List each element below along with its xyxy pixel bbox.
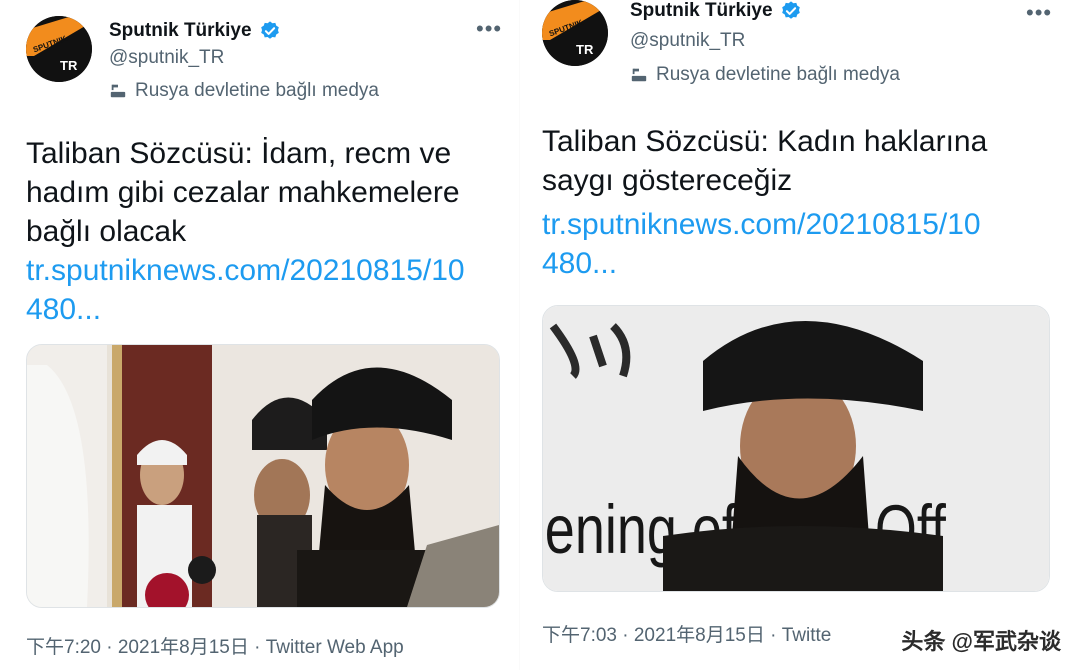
state-media-icon xyxy=(631,68,647,82)
tweet-text-line: Taliban Sözcüsü: İdam, recm ve xyxy=(26,137,452,170)
more-options-icon[interactable]: ••• xyxy=(476,18,502,40)
account-name[interactable]: Sputnik Türkiye xyxy=(630,0,773,22)
tweet-link-line[interactable]: 480... xyxy=(26,290,465,329)
account-handle[interactable]: @sputnik_TR xyxy=(630,30,745,52)
tweet-link[interactable]: tr.sputniknews.com/20210815/10 480... xyxy=(26,251,465,329)
tweet-card-left[interactable]: SPUTNIK TR Sputnik Türkiye @sputnik_TR R… xyxy=(0,0,520,670)
account-handle[interactable]: @sputnik_TR xyxy=(109,47,224,69)
avatar[interactable]: SPUTNIK TR xyxy=(542,0,608,66)
tweet-text-line: Taliban Sözcüsü: Kadın haklarına xyxy=(542,125,988,158)
tweet-meta: 下午7:03 · 2021年8月15日 · Twitte xyxy=(542,625,832,646)
logo-sub: TR xyxy=(576,42,594,57)
logo-sub: TR xyxy=(60,58,78,73)
spokesman-photo: ening of itical Off xyxy=(543,306,1049,591)
tweet-text-line: saygı göstereceğiz xyxy=(542,164,793,197)
tweet-photo[interactable]: ening of itical Off xyxy=(542,305,1050,592)
state-media-icon xyxy=(110,84,126,98)
tweet-meta: 下午7:20 · 2021年8月15日 · Twitter Web App xyxy=(26,637,404,658)
state-media-text: Rusya devletine bağlı medya xyxy=(656,64,900,85)
tweet-link-line[interactable]: 480... xyxy=(542,244,981,283)
state-media-label[interactable]: Rusya devletine bağlı medya xyxy=(109,80,379,102)
tweet-card-right[interactable]: SPUTNIK TR Sputnik Türkiye @sputnik_TR R… xyxy=(520,0,1079,670)
more-options-icon[interactable]: ••• xyxy=(1026,2,1052,24)
avatar[interactable]: SPUTNIK TR xyxy=(26,16,92,82)
tweet-link[interactable]: tr.sputniknews.com/20210815/10 480... xyxy=(542,205,981,283)
tweet-text: Taliban Sözcüsü: İdam, recm ve hadım gib… xyxy=(26,134,460,251)
tweet-link-line[interactable]: tr.sputniknews.com/20210815/10 xyxy=(26,251,465,290)
tweet-photo[interactable] xyxy=(26,344,500,608)
watermark: 头条 @军武杂谈 xyxy=(901,629,1061,654)
tweet-text-line: hadım gibi cezalar mahkemelere xyxy=(26,176,460,209)
verified-badge-icon xyxy=(781,1,800,19)
verified-badge-icon xyxy=(260,21,279,39)
state-media-text: Rusya devletine bağlı medya xyxy=(135,80,379,101)
tweet-link-line[interactable]: tr.sputniknews.com/20210815/10 xyxy=(542,205,981,244)
tweet-text-line: bağlı olacak xyxy=(26,215,187,248)
spokesman-photo xyxy=(27,345,499,607)
state-media-label[interactable]: Rusya devletine bağlı medya xyxy=(630,64,900,86)
account-name[interactable]: Sputnik Türkiye xyxy=(109,20,252,42)
tweet-text: Taliban Sözcüsü: Kadın haklarına saygı g… xyxy=(542,122,987,200)
